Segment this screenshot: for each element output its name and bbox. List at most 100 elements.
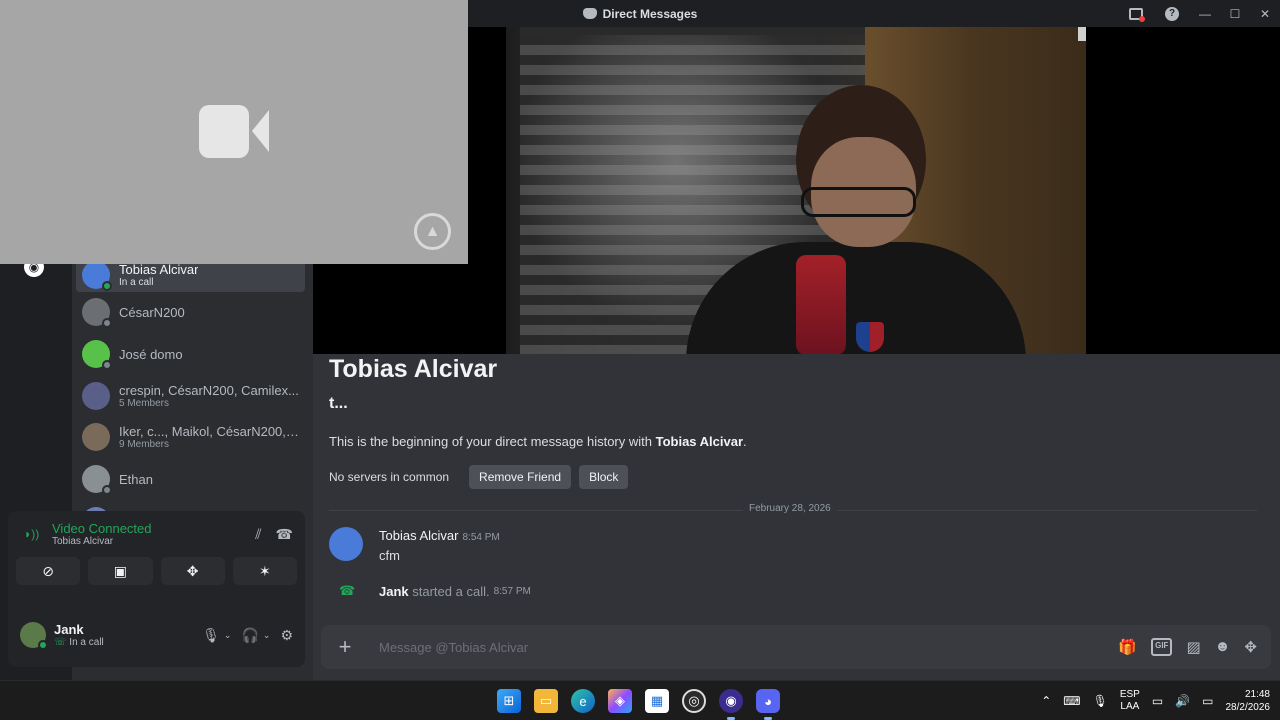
chevron-down-icon[interactable]: ⌄ bbox=[224, 630, 232, 641]
dm-name: Tobias Alcivar bbox=[119, 262, 199, 277]
history-name: Tobias Alcivar bbox=[655, 434, 744, 449]
dm-item[interactable]: Ethan bbox=[76, 462, 305, 496]
network-icon[interactable]: ▭ bbox=[1152, 694, 1163, 708]
copilot-icon[interactable]: ◈ bbox=[608, 689, 632, 713]
clock[interactable]: 21:48 28/2/2026 bbox=[1226, 688, 1271, 714]
voice-panel: ◗)) Video Connected Tobias Alcivar ⫽ ☎ ⊘… bbox=[8, 511, 305, 603]
soundboard-button[interactable]: ✶ bbox=[232, 557, 297, 585]
chevron-up-icon[interactable]: ⌃ bbox=[1041, 694, 1051, 708]
maximize-button[interactable]: ☐ bbox=[1220, 0, 1250, 27]
dm-item[interactable]: Iker, c..., Maikol, CésarN200, ... 9 Memb… bbox=[76, 420, 305, 454]
chat-area: Tobias Alcivar t... This is the beginnin… bbox=[313, 354, 1280, 680]
activities-button[interactable]: ✥ bbox=[160, 557, 225, 585]
volume-icon[interactable]: 🔊 bbox=[1175, 694, 1190, 708]
attach-plus-icon[interactable]: + bbox=[321, 634, 369, 660]
dm-item[interactable]: CésarN200 bbox=[76, 295, 305, 329]
dm-item[interactable]: José domo bbox=[76, 337, 305, 371]
phone-icon: ☎ bbox=[339, 583, 356, 598]
phone-icon: ☏ bbox=[54, 637, 67, 648]
system-time: 8:57 PM bbox=[493, 585, 531, 597]
user-status-text: In a call bbox=[69, 637, 104, 648]
group-avatar bbox=[82, 423, 110, 451]
avatar bbox=[82, 298, 112, 328]
message-composer: + 🎁 GIF ▨ ☻ ✥ bbox=[321, 625, 1271, 669]
microphone-icon[interactable]: 🎙 bbox=[1093, 694, 1108, 708]
glasses bbox=[801, 187, 916, 217]
microphone-icon[interactable]: 🎙 bbox=[202, 627, 220, 644]
avatar bbox=[82, 465, 112, 495]
profile-actions: No servers in common Remove Friend Block bbox=[329, 465, 629, 489]
status-dot bbox=[102, 281, 112, 291]
emoji-icon[interactable]: ☻ bbox=[1215, 638, 1231, 656]
avatar bbox=[82, 261, 112, 291]
discord-logo-icon bbox=[582, 8, 597, 19]
keyboard-icon[interactable]: ⌨ bbox=[1063, 694, 1080, 708]
sticker-icon[interactable]: ▨ bbox=[1186, 638, 1200, 656]
remove-friend-button[interactable]: Remove Friend bbox=[469, 465, 572, 489]
date-label: February 28, 2026 bbox=[743, 503, 837, 514]
dm-name: crespin, CésarN200, Camilex... bbox=[119, 383, 299, 398]
participant-video[interactable] bbox=[506, 27, 1086, 354]
user-avatar[interactable] bbox=[20, 622, 48, 650]
user-panel: Jank ☏ In a call 🎙 ⌄ 🎧 ⌄ ⚙ bbox=[8, 603, 305, 667]
block-button[interactable]: Block bbox=[579, 465, 629, 489]
scarf bbox=[796, 255, 846, 354]
discord-taskbar-icon[interactable]: ◕ bbox=[756, 689, 780, 720]
language-indicator[interactable]: ESP LAA bbox=[1120, 689, 1140, 713]
taskbar-apps: ⊞ ▭ e ◈ ▦ ◎ ◉ ◕ bbox=[497, 681, 780, 720]
message-text: cfm bbox=[379, 548, 400, 563]
group-avatar bbox=[82, 382, 110, 410]
apps-icon[interactable]: ✥ bbox=[1244, 638, 1257, 656]
minimize-button[interactable]: — bbox=[1190, 0, 1220, 27]
battery-icon[interactable]: ▭ bbox=[1202, 694, 1213, 708]
store-icon[interactable]: ▦ bbox=[645, 689, 669, 713]
message[interactable]: Tobias Alcivar 8:54 PM cfm bbox=[329, 527, 500, 563]
user-status: ☏ In a call bbox=[54, 637, 104, 648]
camera-toggle-button[interactable]: ⊘ bbox=[16, 557, 81, 585]
voice-status[interactable]: Video Connected bbox=[52, 521, 152, 536]
start-button-icon[interactable]: ⊞ bbox=[497, 689, 521, 713]
dm-item[interactable]: crespin, CésarN200, Camilex... 5 Members bbox=[76, 379, 305, 413]
message-author[interactable]: Tobias Alcivar bbox=[379, 528, 458, 543]
inbox-button[interactable] bbox=[1118, 0, 1154, 27]
dm-name: CésarN200 bbox=[119, 304, 185, 320]
noise-suppression-icon[interactable]: ⫽ bbox=[255, 526, 261, 543]
settings-icon[interactable]: ⚙ bbox=[280, 627, 293, 644]
chevron-down-icon[interactable]: ⌄ bbox=[263, 630, 271, 641]
edge-browser-icon[interactable]: e bbox=[571, 689, 595, 713]
close-button[interactable]: ✕ bbox=[1250, 0, 1280, 27]
message-input[interactable] bbox=[369, 639, 1119, 655]
system-author[interactable]: Jank bbox=[379, 584, 409, 599]
system-text: started a call. bbox=[412, 583, 490, 599]
disconnect-icon[interactable]: ☎ bbox=[276, 526, 293, 543]
file-explorer-icon[interactable]: ▭ bbox=[534, 689, 558, 713]
status-dot bbox=[102, 485, 112, 495]
message-time: 8:54 PM bbox=[462, 532, 500, 543]
video-camera-icon bbox=[199, 105, 269, 158]
user-name: Jank bbox=[54, 622, 84, 637]
help-button[interactable]: ? bbox=[1154, 0, 1190, 27]
window-title-text: Direct Messages bbox=[602, 6, 698, 21]
message-avatar[interactable] bbox=[329, 527, 363, 561]
media-app-icon[interactable]: ◉ bbox=[719, 689, 743, 720]
title-bar-controls: ? — ☐ ✕ bbox=[1118, 0, 1280, 27]
history-intro: This is the beginning of your direct mes… bbox=[329, 434, 747, 449]
status-dot bbox=[38, 640, 48, 650]
dm-sub: 5 Members bbox=[119, 398, 170, 409]
gift-icon[interactable]: 🎁 bbox=[1118, 638, 1137, 656]
dm-name: José domo bbox=[119, 346, 183, 362]
system-tray: ⌃ ⌨ 🎙 ESP LAA ▭ 🔊 ▭ 21:48 28/2/2026 bbox=[1041, 681, 1270, 720]
gif-icon[interactable]: GIF bbox=[1151, 638, 1173, 656]
system-message: ☎ Jank started a call. 8:57 PM bbox=[339, 583, 531, 599]
voice-channel: Tobias Alcivar bbox=[52, 536, 114, 547]
activities-icon: ✥ bbox=[186, 562, 199, 579]
mutual-servers-label: No servers in common bbox=[329, 470, 450, 484]
headphones-icon[interactable]: 🎧 bbox=[241, 627, 258, 644]
dm-name: Ethan bbox=[119, 471, 153, 487]
camera-popout[interactable]: ▲ bbox=[0, 0, 468, 264]
inbox-icon bbox=[1129, 7, 1145, 22]
status-dot bbox=[102, 318, 112, 328]
help-icon: ? bbox=[1165, 6, 1179, 21]
screen-share-button[interactable]: ▣ bbox=[88, 557, 153, 585]
obs-icon[interactable]: ◎ bbox=[682, 689, 706, 713]
